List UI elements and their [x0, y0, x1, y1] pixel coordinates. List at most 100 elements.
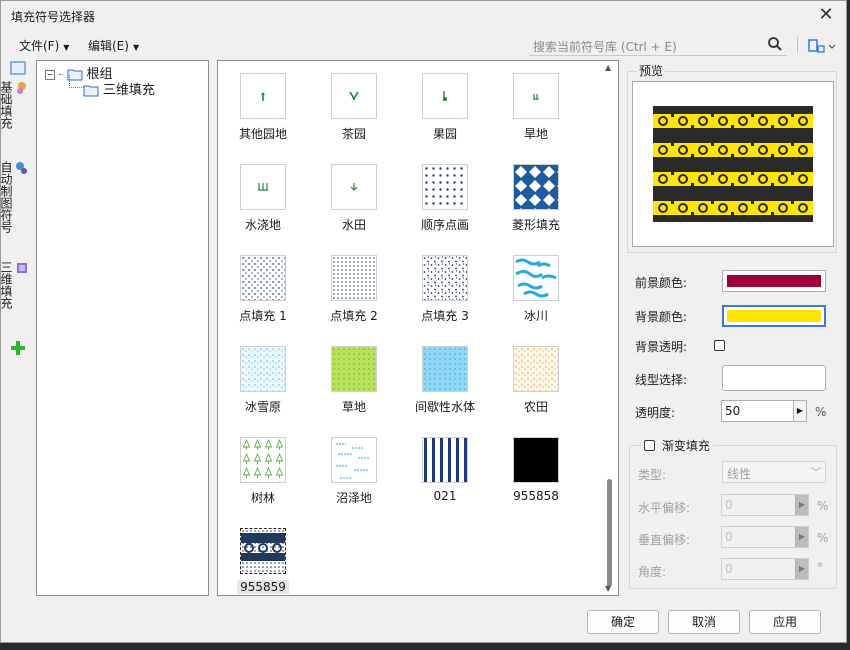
symbol-label: 树林 — [250, 491, 275, 505]
tea-glyph-icon — [349, 91, 359, 101]
caret-right-icon[interactable]: ▶ — [795, 527, 808, 547]
symbol-swatch — [422, 255, 468, 301]
side-tab-cartography[interactable]: 自动制图符号 — [0, 161, 29, 233]
symbol-label: 间歇性水体 — [414, 400, 475, 414]
symbol-tile[interactable]: 其他园地 — [218, 73, 308, 142]
angle-stepper[interactable]: 0 ▶ — [721, 558, 809, 580]
symbol-label: 农田 — [523, 400, 548, 414]
ok-button[interactable]: 确定 — [587, 610, 659, 634]
fruit-glyph-icon — [443, 91, 447, 101]
v-offset-stepper[interactable]: 0 ▶ — [721, 526, 809, 548]
gradient-type-select[interactable]: 线性 ﹀ — [722, 461, 826, 483]
h-offset-label: 水平偏移: — [638, 501, 691, 515]
symbol-swatch — [513, 73, 559, 119]
angle-unit: ° — [817, 561, 823, 575]
h-offset-value: 0 — [725, 498, 733, 512]
opacity-stepper[interactable]: 50 ▶ — [721, 400, 807, 422]
symbol-tile[interactable]: 冰川 — [491, 255, 581, 324]
side-tab-basic-fill-label: 基础填充 — [0, 81, 13, 129]
gradient-toggle[interactable]: 渐变填充 — [641, 437, 713, 454]
symbol-tile[interactable]: 水田 — [309, 164, 399, 233]
symbol-swatch — [513, 346, 559, 392]
caret-right-icon[interactable]: ▶ — [795, 495, 808, 515]
symbol-tile[interactable]: 茶园 — [309, 73, 399, 142]
symbol-tile[interactable]: 021 — [400, 437, 490, 503]
symbol-label: 点填充 2 — [330, 309, 378, 323]
linetype-field[interactable] — [722, 365, 826, 391]
forest-pattern-icon — [241, 438, 285, 482]
symbol-tile[interactable]: 果园 — [400, 73, 490, 142]
chevron-down-icon: ▼ — [63, 43, 70, 52]
symbol-tile[interactable]: 点填充 2 — [309, 255, 399, 324]
collapse-icon[interactable]: − — [45, 69, 55, 80]
symbol-tile[interactable]: 草地 — [309, 346, 399, 415]
symbol-tile[interactable]: 顺序点画 — [400, 164, 490, 233]
preview-pattern — [653, 106, 813, 222]
scrollbar-thumb[interactable] — [607, 479, 612, 587]
search-icon[interactable] — [767, 36, 783, 52]
close-icon[interactable]: ✕ — [816, 5, 836, 25]
symbol-label: 顺序点画 — [420, 218, 469, 232]
search-input[interactable]: 搜索当前符号库 (Ctrl + E) — [529, 35, 787, 56]
symbol-tile[interactable]: 点填充 1 — [218, 255, 308, 324]
menu-edit[interactable]: 编辑(E) ▼ — [88, 37, 139, 54]
side-tab-3d-fill[interactable]: 三维填充 — [0, 261, 29, 309]
tree-connector — [69, 75, 84, 88]
symbol-swatch — [331, 164, 377, 210]
bg-transparent-checkbox[interactable] — [714, 340, 725, 351]
symbol-label: 021 — [433, 489, 457, 503]
group-tree: − 根组 三维填充 — [36, 60, 209, 596]
symbol-tile[interactable]: 树林 — [218, 437, 308, 506]
bg-color-picker[interactable] — [722, 305, 826, 327]
symbol-tile[interactable]: 旱地 — [491, 73, 581, 142]
symbol-swatch — [240, 346, 286, 392]
symbol-swatch — [513, 164, 559, 210]
side-tab-strip: 基础填充 自动制图符号 三维填充 — [0, 59, 29, 599]
cartography-icon — [16, 162, 27, 174]
opacity-unit: % — [815, 405, 827, 419]
cancel-button[interactable]: 取消 — [668, 610, 740, 634]
menu-file[interactable]: 文件(F) ▼ — [19, 37, 69, 54]
scroll-down-icon[interactable]: ▼ — [605, 584, 611, 593]
symbol-label: 水田 — [341, 218, 366, 232]
caret-right-icon[interactable]: ▶ — [793, 401, 806, 421]
symbol-swatch — [422, 437, 468, 483]
symbol-tile[interactable]: 955858 — [491, 437, 581, 503]
symbol-tile-selected[interactable]: 955859 — [218, 528, 308, 594]
symbol-tile[interactable]: 菱形填充 — [491, 164, 581, 233]
side-tab-basic-fill[interactable]: 基础填充 — [0, 81, 29, 129]
search-placeholder: 搜索当前符号库 (Ctrl + E) — [533, 40, 677, 54]
view-mode-icon[interactable] — [807, 37, 837, 55]
symbol-tile[interactable]: 沼泽地 — [309, 437, 399, 506]
symbol-label: 955858 — [513, 489, 559, 503]
gradient-label: 渐变填充 — [661, 439, 710, 453]
symbol-label: 冰川 — [523, 309, 548, 323]
preview-canvas — [632, 81, 834, 247]
symbol-label: 菱形填充 — [511, 218, 560, 232]
add-icon[interactable] — [11, 341, 25, 355]
fg-color-picker[interactable] — [722, 270, 826, 292]
3d-icon — [17, 263, 27, 273]
scroll-up-icon[interactable]: ▲ — [605, 63, 611, 72]
symbol-grid-scrollbar[interactable]: ▲ ▼ — [603, 61, 617, 595]
gradient-checkbox[interactable] — [644, 440, 655, 451]
symbol-tile[interactable]: 点填充 3 — [400, 255, 490, 324]
symbol-tile[interactable]: 冰雪原 — [218, 346, 308, 415]
caret-right-icon[interactable]: ▶ — [795, 559, 808, 579]
snowfield-pattern-icon — [241, 347, 285, 391]
preview-title: 预览 — [637, 62, 666, 79]
apply-button[interactable]: 应用 — [749, 610, 821, 634]
angle-value: 0 — [725, 562, 733, 576]
symbol-tile[interactable]: 水浇地 — [218, 164, 308, 233]
symbol-label: 点填充 3 — [421, 309, 469, 323]
symbol-label: 草地 — [341, 400, 366, 414]
h-offset-stepper[interactable]: 0 ▶ — [721, 494, 809, 516]
symbol-tile[interactable]: 间歇性水体 — [400, 346, 490, 415]
folder-tab-icon[interactable] — [10, 61, 26, 75]
bg-color-label: 背景颜色: — [635, 310, 688, 324]
symbol-tile[interactable]: 农田 — [491, 346, 581, 415]
stripe-pattern-icon — [423, 438, 467, 482]
chain-pattern-icon — [241, 529, 285, 573]
tree-node-3d-fill[interactable]: 三维填充 — [83, 79, 155, 98]
symbol-swatch — [240, 73, 286, 119]
